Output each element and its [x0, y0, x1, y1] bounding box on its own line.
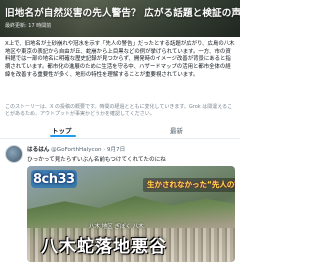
author-handle-date[interactable]: @GoForthHalycon · 9月7日 [51, 147, 125, 153]
tweet-author-line: はるはん @GoForthHalycon · 9月7日 [27, 145, 125, 153]
story-title: 旧地名が自然災害の先人警告？ 広がる話題と検証の声 [5, 8, 240, 19]
tweet-media-image[interactable]: 8ch33 生かされなかった“先人の警告” 八木 地区 ぎぼく 八木 八木蛇落地… [27, 166, 235, 262]
avatar[interactable] [5, 145, 23, 163]
disclaimer-text: このストーリーは、X の投稿の概要です。時間の経過とともに変化していきます。Gr… [5, 104, 233, 117]
tab-latest[interactable]: 最新 [170, 125, 183, 135]
broadcaster-logo: 8ch33 [33, 172, 75, 187]
story-header: 旧地名が自然災害の先人警告？ 広がる話題と検証の声 最終更新: 17 時間前 [0, 0, 240, 37]
media-caption: 八木蛇落地悪谷 [41, 237, 167, 257]
post-tabs: トップ 最新 [0, 120, 240, 139]
media-banner-text: 生かされなかった“先人の警告” [143, 178, 235, 192]
story-summary: X上で、旧地名が土砂崩れや冠水を示す「先人の警告」だったとする話題が広がり、広島… [5, 41, 235, 78]
media-subtitle: 八木 地区 ぎぼく 八木 [89, 224, 144, 230]
tweet-text: ひっかって見たらずいぶん名前もつけてくれてたのにね [27, 157, 166, 163]
active-tab-indicator [50, 135, 76, 137]
grok-disclaimer: このストーリーは、X の投稿の概要です。時間の経過とともに変化していきます。Gr… [5, 104, 236, 117]
tab-top[interactable]: トップ [52, 125, 72, 135]
author-name[interactable]: はるはん [27, 147, 49, 153]
story-updated-time: 最終更新: 17 時間前 [5, 23, 52, 29]
